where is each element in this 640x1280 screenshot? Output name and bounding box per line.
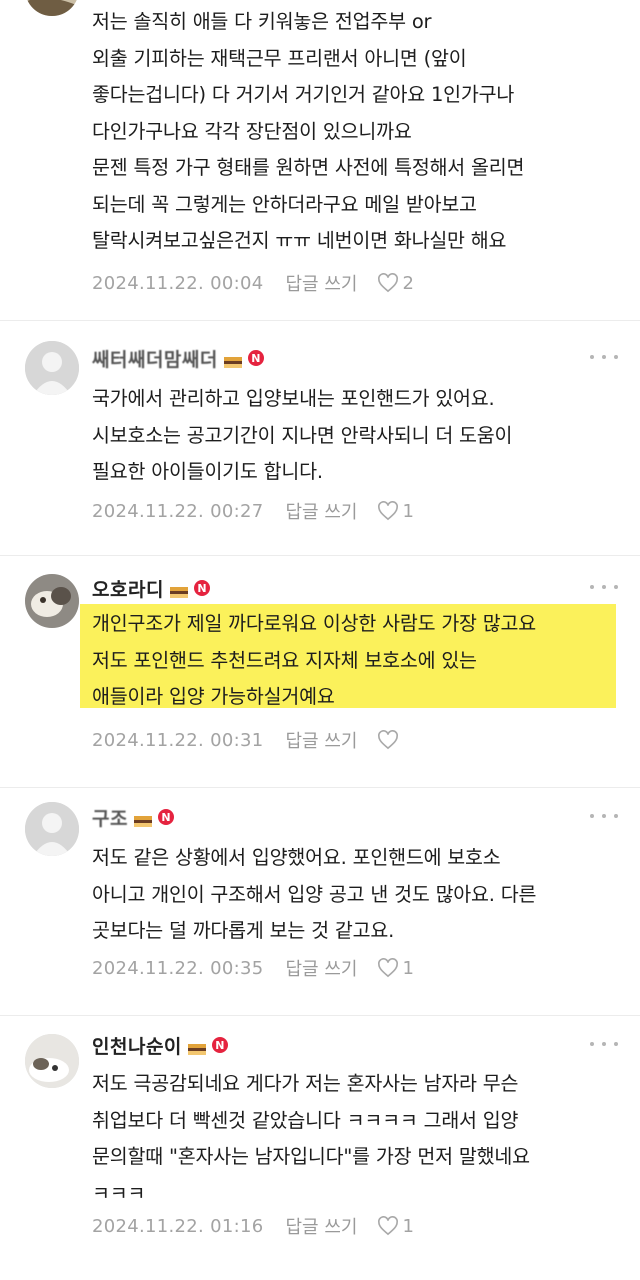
comment-item: 구조 N 저도 같은 상황에서 입양했어요. 포인핸드에 보호소 아니고 개인이… xyxy=(0,788,640,1016)
reply-button[interactable]: 답글 쓰기 xyxy=(285,270,357,296)
author-nickname[interactable]: 인천나순이 xyxy=(92,1032,182,1059)
reply-button[interactable]: 답글 쓰기 xyxy=(285,1213,357,1239)
avatar[interactable] xyxy=(25,1034,79,1088)
comment-meta: 2024.11.22. 00:35 답글 쓰기 1 xyxy=(92,955,414,981)
comment-body: 국가에서 관리하고 입양보내는 포인핸드가 있어요. 시보호소는 공고기간이 지… xyxy=(92,387,513,483)
author-nickname[interactable]: 구조 xyxy=(92,804,128,831)
reply-button[interactable]: 답글 쓰기 xyxy=(285,955,357,981)
reply-button[interactable]: 답글 쓰기 xyxy=(285,727,357,753)
comment-item: 쌔터쌔더맘쌔더 N 국가에서 관리하고 입양보내는 포인핸드가 있어요. 시보호… xyxy=(0,321,640,556)
heart-icon xyxy=(378,273,399,293)
like-count: 1 xyxy=(402,1215,414,1237)
new-badge-icon: N xyxy=(193,580,210,596)
comment-meta: 2024.11.22. 00:27 답글 쓰기 1 xyxy=(92,498,414,524)
comment-item: 저는 솔직히 애들 다 키워놓은 전업주부 or 외출 기피하는 재택근무 프리… xyxy=(0,0,640,321)
more-options-icon[interactable] xyxy=(590,1038,618,1050)
comment-meta: 2024.11.22. 00:04 답글 쓰기 2 xyxy=(92,270,414,296)
comment-meta: 2024.11.22. 01:16 답글 쓰기 1 xyxy=(92,1213,414,1239)
like-count: 1 xyxy=(402,500,414,522)
more-options-icon[interactable] xyxy=(590,810,618,822)
default-avatar-icon xyxy=(25,802,79,856)
avatar[interactable] xyxy=(25,802,79,856)
comment-date: 2024.11.22. 00:31 xyxy=(92,729,264,751)
heart-icon xyxy=(378,730,399,750)
more-options-icon[interactable] xyxy=(590,581,618,593)
like-button[interactable] xyxy=(377,730,402,750)
author-row: 구조 N xyxy=(92,802,174,832)
heart-icon xyxy=(378,1216,399,1236)
more-options-icon[interactable] xyxy=(590,351,618,363)
comment-date: 2024.11.22. 00:04 xyxy=(92,272,264,294)
comment-item: 인천나순이 N 저도 극공감되네요 게다가 저는 혼자사는 남자라 무슨 취업보… xyxy=(0,1016,640,1280)
cake-badge-icon xyxy=(169,583,188,598)
like-button[interactable]: 1 xyxy=(377,500,414,522)
comment-body: 저는 솔직히 애들 다 키워놓은 전업주부 or 외출 기피하는 재택근무 프리… xyxy=(92,10,525,252)
heart-icon xyxy=(378,501,399,521)
author-row: 쌔터쌔더맘쌔더 N xyxy=(92,343,264,373)
comment-meta: 2024.11.22. 00:31 답글 쓰기 xyxy=(92,728,402,752)
heart-icon xyxy=(378,958,399,978)
new-badge-icon: N xyxy=(247,350,264,366)
cake-badge-icon xyxy=(223,353,242,368)
comment-date: 2024.11.22. 00:27 xyxy=(92,500,264,522)
cake-badge-icon xyxy=(187,1040,206,1055)
author-row: 인천나순이 N xyxy=(92,1030,228,1060)
avatar[interactable] xyxy=(25,341,79,395)
comment-body: 개인구조가 제일 까다로워요 이상한 사람도 가장 많고요 저도 포인핸드 추천… xyxy=(92,612,537,708)
comment-date: 2024.11.22. 01:16 xyxy=(92,1215,264,1237)
reply-button[interactable]: 답글 쓰기 xyxy=(285,498,357,524)
cake-badge-icon xyxy=(133,812,152,827)
default-avatar-icon xyxy=(25,341,79,395)
comment-body: 저도 극공감되네요 게다가 저는 혼자사는 남자라 무슨 취업보다 더 빡센것 … xyxy=(92,1072,530,1205)
comment-body: 저도 같은 상황에서 입양했어요. 포인핸드에 보호소 아니고 개인이 구조해서… xyxy=(92,846,537,942)
avatar[interactable] xyxy=(25,0,79,16)
like-button[interactable]: 2 xyxy=(377,272,414,294)
new-badge-icon: N xyxy=(211,1037,228,1053)
like-button[interactable]: 1 xyxy=(377,1215,414,1237)
like-count: 1 xyxy=(402,957,414,979)
avatar[interactable] xyxy=(25,574,79,628)
new-badge-icon: N xyxy=(157,809,174,825)
like-count: 2 xyxy=(402,272,414,294)
author-row: 오호라디 N xyxy=(92,573,210,603)
author-nickname[interactable]: 쌔터쌔더맘쌔더 xyxy=(92,345,218,372)
comment-item: 오호라디 N 개인구조가 제일 까다로워요 이상한 사람도 가장 많고요 저도 … xyxy=(0,556,640,788)
author-nickname[interactable]: 오호라디 xyxy=(92,575,164,602)
like-button[interactable]: 1 xyxy=(377,957,414,979)
comment-date: 2024.11.22. 00:35 xyxy=(92,957,264,979)
